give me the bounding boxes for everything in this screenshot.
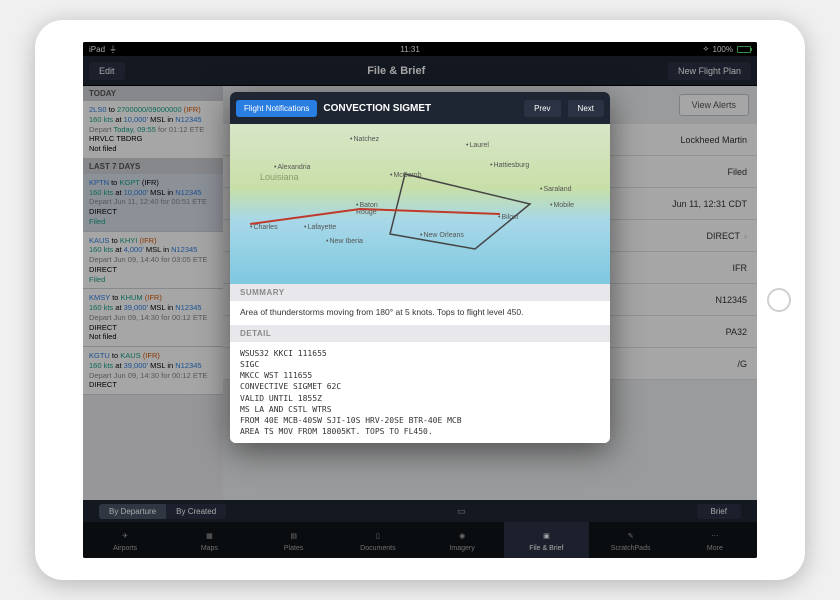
- modal-title: CONVECTION SIGMET: [323, 103, 518, 114]
- modal-header: Flight Notifications CONVECTION SIGMET P…: [230, 92, 610, 124]
- next-button[interactable]: Next: [568, 100, 604, 117]
- sigmet-polygon: [230, 124, 610, 284]
- prev-button[interactable]: Prev: [524, 100, 560, 117]
- sigmet-map[interactable]: Louisiana Natchez Laurel Hattiesburg Ale…: [230, 124, 610, 284]
- summary-header: SUMMARY: [230, 284, 610, 301]
- app-screen: iPad ⏚ 11:31 ⟡ 100% Edit File & Brief Ne…: [83, 42, 757, 558]
- ipad-frame: iPad ⏚ 11:31 ⟡ 100% Edit File & Brief Ne…: [35, 20, 805, 580]
- flight-notifications-button[interactable]: Flight Notifications: [236, 100, 317, 117]
- sigmet-modal: Flight Notifications CONVECTION SIGMET P…: [230, 92, 610, 443]
- home-button[interactable]: [767, 288, 791, 312]
- modal-overlay[interactable]: Flight Notifications CONVECTION SIGMET P…: [83, 42, 757, 558]
- detail-text: WSUS32 KKCI 111655 SIGC MKCC WST 111655 …: [230, 342, 610, 444]
- detail-header: DETAIL: [230, 325, 610, 342]
- summary-text: Area of thunderstorms moving from 180° a…: [230, 301, 610, 325]
